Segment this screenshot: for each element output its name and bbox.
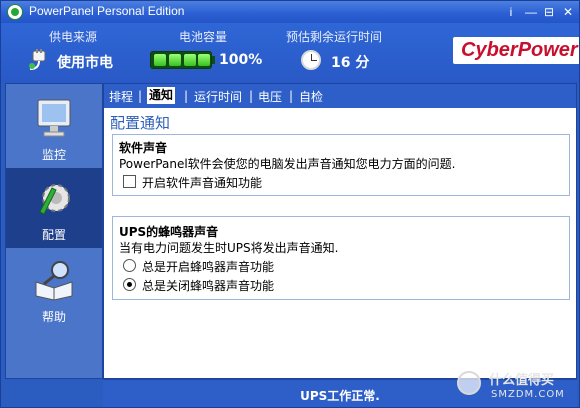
checkbox-label: 开启软件声音通知功能 bbox=[142, 176, 263, 190]
runtime-value: 16 分 bbox=[331, 55, 370, 71]
sidebar-item-monitor[interactable]: 监控 bbox=[6, 88, 102, 168]
buzzer-always-on-radio[interactable]: 总是开启蜂鸣器声音功能 bbox=[123, 259, 274, 275]
battery-label: 电池容量 bbox=[179, 30, 228, 44]
tab-schedule[interactable]: 排程 bbox=[109, 88, 133, 105]
title-bar: PowerPanel Personal Edition i — ⊟ ✕ bbox=[1, 1, 579, 23]
tab-bar: 排程 | 通知 | 运行时间 | 电压 | 自检 bbox=[104, 84, 576, 108]
runtime-label: 预估剩余运行时间 bbox=[286, 30, 383, 44]
page-title: 配置通知 bbox=[110, 114, 171, 132]
software-sound-group: 软件声音 PowerPanel软件会使您的电脑发出声音通知您电力方面的问题. 开… bbox=[112, 134, 570, 196]
clock-icon bbox=[301, 50, 321, 70]
sidebar-item-label: 配置 bbox=[41, 228, 66, 242]
sidebar-item-help[interactable]: 帮助 bbox=[6, 250, 102, 330]
sidebar-item-label: 帮助 bbox=[41, 310, 66, 324]
close-button[interactable]: ✕ bbox=[561, 5, 575, 19]
sidebar: 监控 配置 帮助 bbox=[5, 83, 103, 379]
group-description: PowerPanel软件会使您的电脑发出声音通知您电力方面的问题. bbox=[119, 157, 456, 171]
app-icon bbox=[7, 4, 23, 20]
watermark-logo-icon bbox=[457, 371, 481, 395]
group-title: UPS的蜂鸣器声音 bbox=[119, 225, 219, 239]
power-plug-icon bbox=[29, 49, 46, 70]
battery-value: 100% bbox=[219, 52, 263, 68]
group-title: 软件声音 bbox=[119, 141, 168, 155]
battery-gauge bbox=[150, 51, 212, 69]
watermark: 什么值得买 SMZDM.COM bbox=[449, 367, 579, 407]
powerpanel-window: PowerPanel Personal Edition i — ⊟ ✕ 供电来源… bbox=[0, 0, 580, 408]
watermark-text: 什么值得买 bbox=[489, 373, 555, 388]
status-header: 供电来源 使用市电 电池容量 100% 预估剩余运行时间 16 分 CyberP… bbox=[1, 23, 579, 83]
sidebar-item-label: 监控 bbox=[41, 148, 66, 162]
radio-label: 总是开启蜂鸣器声音功能 bbox=[142, 260, 275, 274]
radio-button[interactable] bbox=[123, 278, 136, 291]
tab-selftest[interactable]: 自检 bbox=[299, 88, 323, 105]
restore-button[interactable]: ⊟ bbox=[542, 5, 556, 19]
book-magnifier-icon bbox=[35, 261, 73, 301]
group-description: 当有电力问题发生时UPS将发出声音通知. bbox=[119, 241, 339, 255]
tab-voltage[interactable]: 电压 bbox=[258, 88, 282, 105]
watermark-subtext: SMZDM.COM bbox=[491, 389, 565, 400]
buzzer-always-off-radio[interactable]: 总是关闭蜂鸣器声音功能 bbox=[123, 278, 274, 294]
monitor-icon bbox=[37, 99, 71, 137]
sidebar-item-config[interactable]: 配置 bbox=[6, 168, 102, 248]
software-sound-checkbox[interactable]: 开启软件声音通知功能 bbox=[123, 175, 262, 191]
power-source-value: 使用市电 bbox=[57, 55, 113, 71]
power-source-label: 供电来源 bbox=[49, 30, 98, 44]
radio-label: 总是关闭蜂鸣器声音功能 bbox=[142, 279, 275, 293]
content-panel: 排程 | 通知 | 运行时间 | 电压 | 自检 配置通知 软件声音 Power… bbox=[103, 83, 577, 379]
info-button[interactable]: i bbox=[504, 5, 518, 19]
window-title: PowerPanel Personal Edition bbox=[29, 4, 185, 18]
battery-tip bbox=[212, 56, 215, 64]
checkbox-box[interactable] bbox=[123, 175, 136, 188]
radio-button[interactable] bbox=[123, 259, 136, 272]
ups-buzzer-group: UPS的蜂鸣器声音 当有电力问题发生时UPS将发出声音通知. 总是开启蜂鸣器声音… bbox=[112, 216, 570, 300]
tab-runtime[interactable]: 运行时间 bbox=[194, 88, 242, 105]
gear-icon bbox=[39, 184, 70, 215]
tab-notification[interactable]: 通知 bbox=[147, 87, 176, 104]
minimize-button[interactable]: — bbox=[524, 5, 538, 19]
cyberpower-logo: CyberPower bbox=[453, 37, 579, 64]
